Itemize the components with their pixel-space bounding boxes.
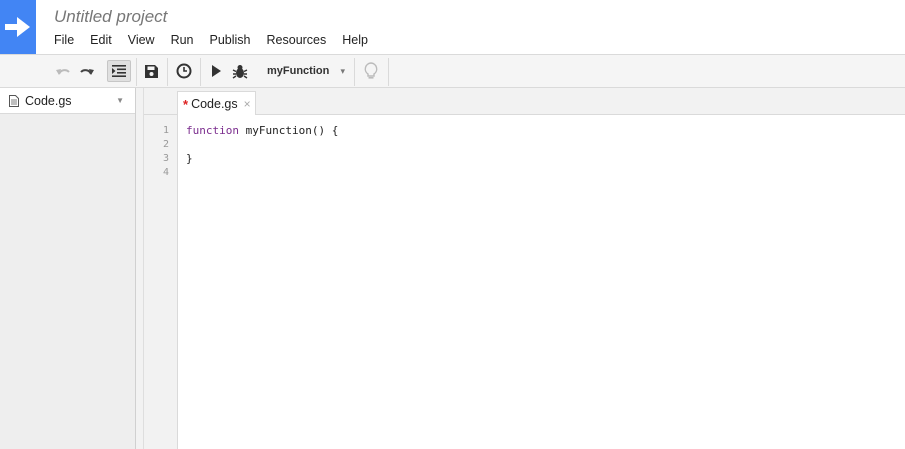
menu-resources[interactable]: Resources	[259, 31, 335, 49]
toolbar: myFunction ▾	[0, 54, 905, 88]
line-number-gutter: 1 2 3 4	[144, 115, 178, 449]
code-keyword: function	[186, 124, 239, 137]
menu-file[interactable]: File	[46, 31, 82, 49]
undo-icon	[56, 69, 70, 75]
triggers-button[interactable]	[172, 60, 196, 82]
menu-view[interactable]: View	[120, 31, 163, 49]
code-editor[interactable]: function myFunction() { }	[178, 115, 905, 449]
tab-label: Code.gs	[191, 97, 238, 111]
indent-toggle-button[interactable]	[107, 60, 131, 82]
lightbulb-icon	[364, 62, 378, 79]
chevron-down-icon[interactable]: ▼	[116, 96, 124, 105]
toolbar-divider	[388, 58, 389, 86]
debug-button[interactable]	[228, 60, 252, 82]
function-select[interactable]: myFunction ▾	[259, 60, 353, 82]
file-icon	[9, 94, 19, 107]
debug-bug-icon	[232, 64, 248, 79]
run-icon	[212, 65, 221, 77]
modified-indicator: *	[183, 96, 189, 112]
triggers-clock-icon	[176, 63, 192, 79]
arrow-right-icon	[5, 17, 30, 37]
project-title[interactable]: Untitled project	[54, 7, 167, 27]
chevron-down-icon: ▾	[340, 65, 345, 76]
pane-divider[interactable]	[136, 88, 144, 449]
save-button[interactable]	[139, 60, 163, 82]
line-number: 1	[162, 125, 169, 136]
sidebar-file-label: Code.gs	[25, 93, 72, 108]
header: Untitled project File Edit View Run Publ…	[0, 0, 905, 54]
toolbar-divider	[200, 58, 201, 86]
menubar: File Edit View Run Publish Resources Hel…	[46, 31, 376, 49]
menu-publish[interactable]: Publish	[202, 31, 259, 49]
sidebar-file-item[interactable]: Code.gs ▼	[0, 88, 135, 114]
tab-code-gs[interactable]: * Code.gs ×	[177, 91, 256, 116]
code-line[interactable]	[186, 138, 905, 152]
code-text: }	[186, 152, 193, 165]
undo-button[interactable]	[51, 60, 75, 82]
code-text: myFunction() {	[238, 124, 339, 137]
redo-icon	[80, 69, 94, 75]
code-line[interactable]	[186, 166, 905, 180]
menu-edit[interactable]: Edit	[82, 31, 120, 49]
redo-button[interactable]	[75, 60, 99, 82]
line-number: 2	[162, 139, 169, 150]
menu-run[interactable]: Run	[163, 31, 202, 49]
editor-tab-bar: * Code.gs ×	[144, 88, 905, 116]
code-line[interactable]: function myFunction() {	[186, 124, 905, 138]
line-number: 3	[162, 153, 169, 164]
execution-hints-button[interactable]	[359, 60, 383, 82]
toolbar-divider	[136, 58, 137, 86]
line-number: 4	[162, 167, 169, 178]
toolbar-divider	[167, 58, 168, 86]
toolbar-divider	[354, 58, 355, 86]
code-line[interactable]: }	[186, 152, 905, 166]
file-sidebar: Code.gs ▼	[0, 88, 136, 449]
menu-help[interactable]: Help	[334, 31, 376, 49]
save-icon	[144, 64, 158, 78]
function-select-value: myFunction	[267, 65, 330, 77]
run-button[interactable]	[204, 60, 228, 82]
apps-script-logo[interactable]	[0, 0, 36, 54]
close-icon[interactable]: ×	[244, 97, 251, 111]
indent-icon	[112, 65, 126, 77]
